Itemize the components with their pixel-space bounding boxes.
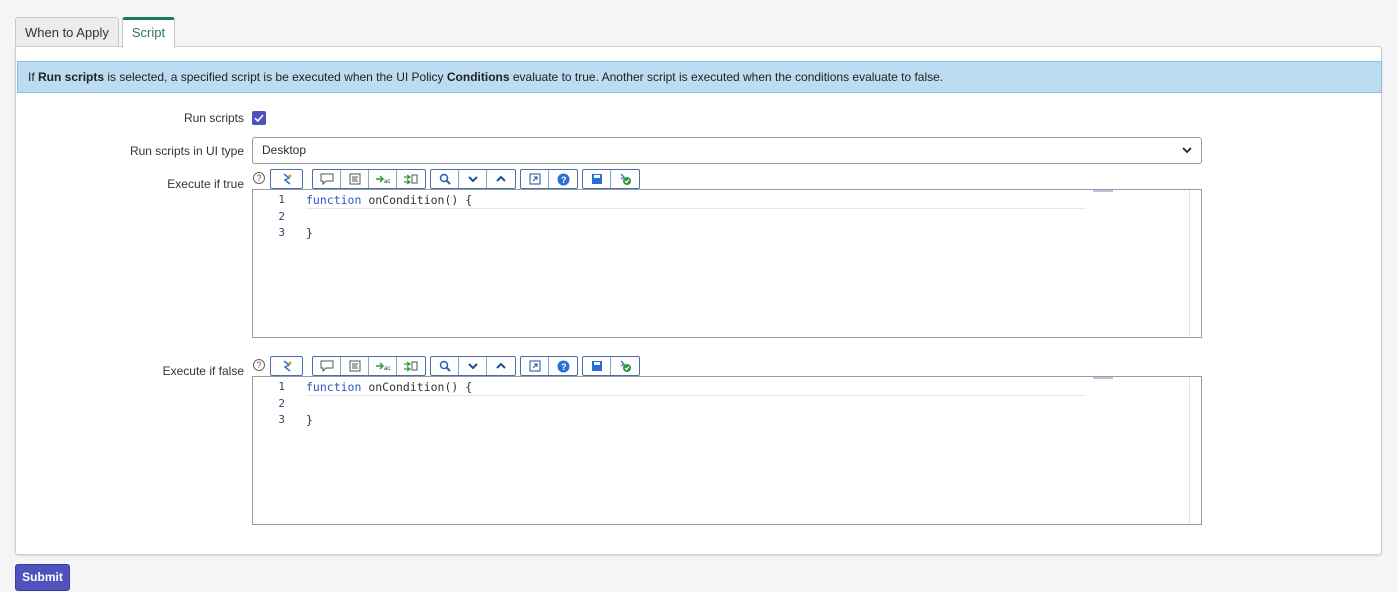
chevron-down-icon [1182,147,1192,154]
line-number: 2 [278,396,285,410]
script-debugger-icon[interactable] [271,170,302,188]
editor-scrollbar[interactable] [1189,377,1201,524]
code-content[interactable]: function onCondition() { } [306,379,1086,429]
line-numbers: 1 2 3 [253,192,289,242]
submit-button[interactable]: Submit [15,564,70,591]
line-number: 1 [278,380,285,393]
find-next-icon[interactable] [459,170,487,188]
checkmark-icon [254,114,264,123]
info-text-3: evaluate to true. Another script is exec… [509,70,944,84]
search-icon[interactable] [431,170,459,188]
tab-script[interactable]: Script [121,17,176,48]
help-circle-icon[interactable]: ? [253,359,265,371]
code-line: } [306,226,313,240]
svg-text:ac: ac [384,366,390,372]
code-line: function onCondition() { [306,379,1086,396]
ui-type-value: Desktop [262,143,307,157]
replace-all-icon[interactable] [397,357,425,375]
fullscreen-icon[interactable] [521,357,549,375]
help-icon[interactable]: ? [549,170,577,188]
find-previous-icon[interactable] [487,357,515,375]
code-keyword: function [306,193,362,207]
code-line: } [306,413,313,427]
fullscreen-icon[interactable] [521,170,549,188]
script-editor-false[interactable]: 1 2 3 function onCondition() { } [252,376,1202,525]
svg-text:?: ? [561,175,567,185]
info-text-1: If [28,70,39,84]
ui-type-label: Run scripts in UI type [129,144,244,158]
info-message: If Run scripts is selected, a specified … [17,61,1382,93]
svg-text:?: ? [561,362,567,372]
search-icon[interactable] [431,357,459,375]
run-scripts-checkbox[interactable] [252,111,266,125]
code-line: function onCondition() { [306,192,1086,209]
form-tabs: When to Apply Script [15,17,178,48]
code-text: onCondition() { [361,193,473,207]
replace-all-icon[interactable] [397,170,425,188]
save-icon[interactable] [583,170,611,188]
replace-icon[interactable]: ac [369,357,397,375]
tab-when-to-apply[interactable]: When to Apply [15,17,119,47]
line-number: 3 [278,226,285,239]
info-bold-conditions: Conditions [446,70,510,84]
help-circle-icon[interactable]: ? [253,172,265,184]
code-text: onCondition() { [361,380,473,394]
syntax-check-icon[interactable] [611,170,639,188]
script-editor-true[interactable]: 1 2 3 function onCondition() { } [252,189,1202,338]
execute-true-label: Execute if true [167,177,244,191]
svg-text:ac: ac [384,179,390,185]
execute-false-label: Execute if false [162,364,244,378]
line-number: 2 [278,209,285,223]
info-bold-run-scripts: Run scripts [38,70,105,84]
script-debugger-icon[interactable] [271,357,302,375]
syntax-check-icon[interactable] [611,357,639,375]
help-icon[interactable]: ? [549,357,577,375]
line-number: 3 [278,413,285,426]
code-keyword: function [306,380,362,394]
format-code-icon[interactable] [341,357,369,375]
format-code-icon[interactable] [341,170,369,188]
line-number: 1 [278,193,285,206]
comment-icon[interactable] [313,170,341,188]
find-previous-icon[interactable] [487,170,515,188]
line-numbers: 1 2 3 [253,379,289,429]
run-scripts-label: Run scripts [183,111,244,125]
script-toolbar-false: ac ? [270,356,644,376]
info-text-2: is selected, a specified script is be ex… [104,70,447,84]
save-icon[interactable] [583,357,611,375]
find-next-icon[interactable] [459,357,487,375]
script-panel: If Run scripts is selected, a specified … [15,46,1382,555]
editor-scrollbar[interactable] [1189,190,1201,337]
comment-icon[interactable] [313,357,341,375]
code-content[interactable]: function onCondition() { } [306,192,1086,242]
script-toolbar-true: ac ? [270,169,644,189]
ui-type-select[interactable]: Desktop [252,137,1202,164]
replace-icon[interactable]: ac [369,170,397,188]
